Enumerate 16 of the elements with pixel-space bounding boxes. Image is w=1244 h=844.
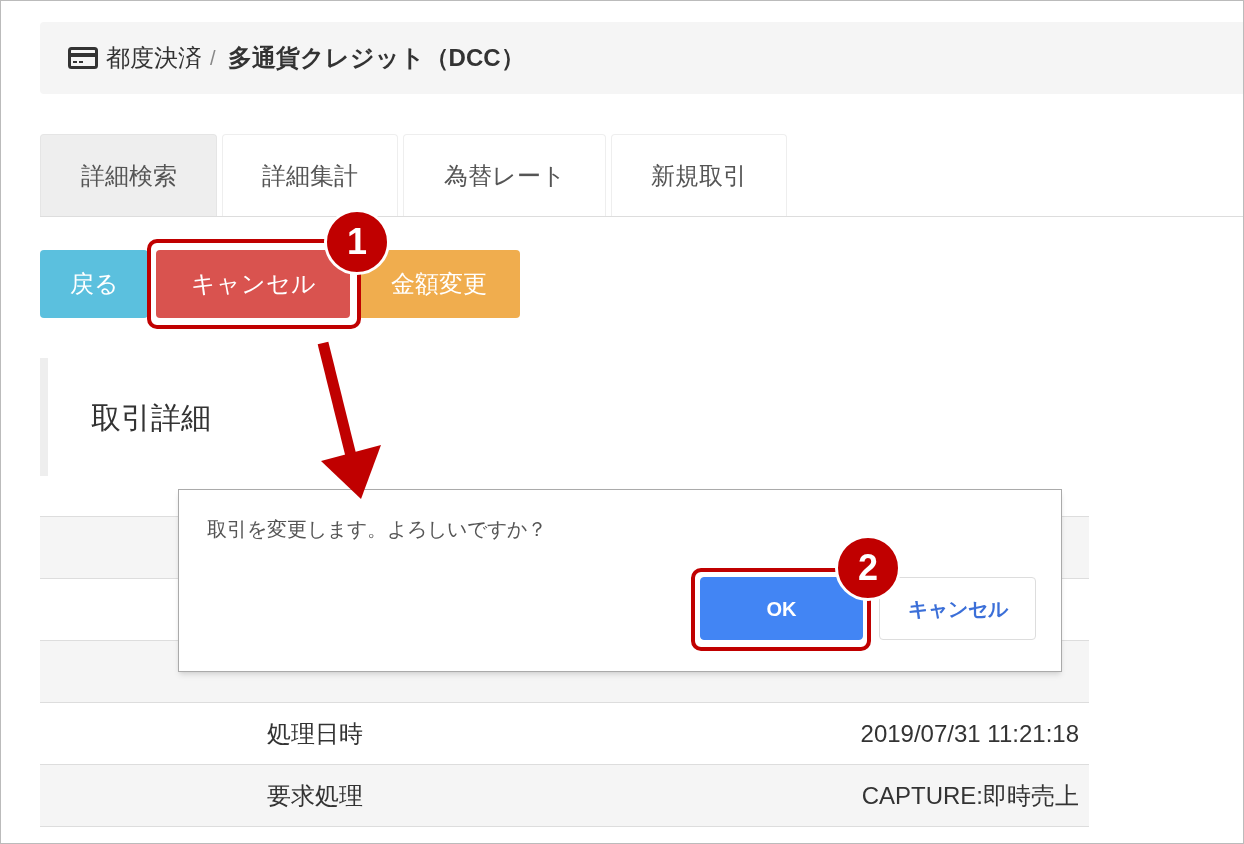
tab[interactable]: 新規取引 — [611, 134, 787, 216]
tab[interactable]: 詳細集計 — [222, 134, 398, 216]
row-label: 処理日時 — [266, 718, 364, 749]
breadcrumb-separator: / — [210, 46, 216, 71]
breadcrumb-current: 多通貨クレジット（DCC） — [227, 43, 525, 73]
dialog-message: 取引を変更します。よろしいですか？ — [207, 517, 547, 542]
breadcrumb-link[interactable]: 都度決済 — [106, 40, 202, 76]
tab[interactable]: 詳細検索 — [40, 134, 217, 216]
dialog-cancel-button[interactable]: キャンセル — [879, 577, 1036, 640]
row-value: CAPTURE:即時売上 — [860, 780, 1080, 811]
row-value: 2019/07/31 11:21:18 — [859, 718, 1080, 749]
tab[interactable]: 為替レート — [403, 134, 606, 216]
row-label: 要求処理 — [266, 780, 364, 811]
credit-card-icon — [68, 47, 98, 69]
cancel-button[interactable]: キャンセル — [156, 250, 350, 318]
section-title: 取引詳細 — [91, 399, 211, 436]
